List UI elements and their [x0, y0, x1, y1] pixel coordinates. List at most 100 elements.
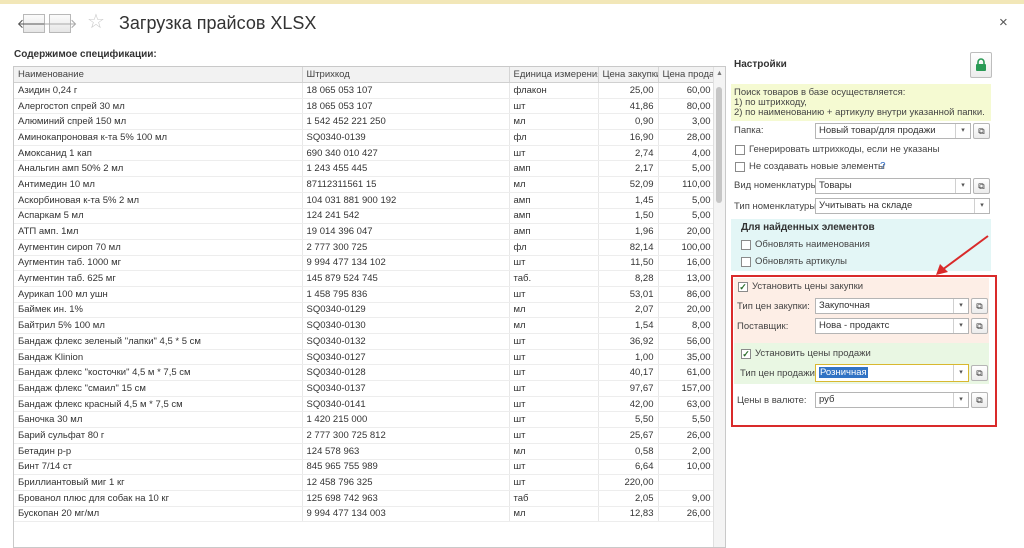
cell-name: Бандаж Klinion [14, 349, 303, 366]
table-row[interactable]: Бриллиантовый миг 1 кг 12 458 796 325 шт 22… [14, 474, 716, 491]
cell-barcode: 104 031 881 900 192 [302, 192, 510, 209]
cell-barcode: 2 777 300 725 812 [302, 427, 510, 444]
table-row[interactable]: Алюминий спрей 150 мл 1 542 452 221 250 мл… [14, 113, 716, 131]
cell-purchase-price: 36,92 [598, 333, 659, 350]
cell-name: Байтрил 5% 100 мл [14, 317, 303, 334]
table-scrollbar[interactable]: ▲ [713, 67, 725, 547]
table-row[interactable]: Бандаж флекс "смаил" 15 см SQ0340-0137 шт 9… [14, 380, 716, 397]
cell-barcode: 12 458 796 325 [302, 474, 510, 491]
table-row[interactable]: Аугментин таб. 1000 мг 9 994 477 134 102 ш… [14, 255, 716, 272]
cell-unit: мл [509, 317, 599, 334]
folder-field[interactable]: Новый товар/для продажи ▾ [815, 123, 971, 139]
cell-sale-price: 26,00 [658, 427, 716, 444]
update-names-checkbox[interactable] [741, 240, 751, 250]
cell-purchase-price: 1,45 [598, 192, 659, 209]
table-row[interactable]: Бускопан 20 мг/мл 9 994 477 134 003 мл 12,8… [14, 506, 716, 523]
table-row[interactable]: Бандаж флекс красный 4,5 м * 7,5 см SQ034… [14, 396, 716, 413]
table-row[interactable]: Бандаж флекс зеленый "лапки" 4,5 * 5 см S… [14, 333, 716, 350]
column-header[interactable]: Цена продажи [658, 67, 716, 83]
cell-purchase-price: 25,00 [598, 82, 659, 99]
update-articles-checkbox[interactable] [741, 257, 751, 267]
table-row[interactable]: Аминокапроновая к-та 5% 100 мл SQ0340-013… [14, 129, 716, 146]
cell-barcode: SQ0340-0128 [302, 364, 510, 382]
column-header[interactable]: Цена закупки [598, 67, 659, 83]
forward-button[interactable]: 🡒 [43, 14, 77, 33]
table-row[interactable]: Бандаж флекс "косточки" 4,5 м * 7,5 см SQ… [14, 364, 716, 382]
chevron-down-icon[interactable]: ▾ [955, 124, 970, 138]
open-item-kind-button[interactable]: ⧉ [973, 178, 990, 194]
cell-barcode: SQ0340-0127 [302, 349, 510, 366]
scroll-up-icon[interactable]: ▲ [716, 70, 723, 77]
open-folder-button[interactable]: ⧉ [973, 123, 990, 139]
cell-unit: шт [509, 474, 599, 491]
cell-purchase-price: 41,86 [598, 98, 659, 115]
column-header[interactable]: Штрихкод [302, 67, 510, 83]
cell-sale-price: 5,00 [658, 160, 716, 178]
cell-purchase-price: 1,00 [598, 349, 659, 366]
table-row[interactable]: Анальгин амп 50% 2 мл 1 243 455 445 амп 2,1… [14, 160, 716, 178]
cell-sale-price: 63,00 [658, 396, 716, 413]
table-row[interactable]: Брованол плюс для собак на 10 кг 125 698 … [14, 490, 716, 507]
lock-button[interactable] [970, 52, 992, 78]
cell-unit: мл [509, 113, 599, 131]
cell-barcode: 9 994 477 134 102 [302, 255, 510, 272]
cell-sale-price: 26,00 [658, 506, 716, 523]
cell-sale-price: 3,00 [658, 113, 716, 131]
table-row[interactable]: Бандаж Klinion SQ0340-0127 шт 1,00 35,00 [14, 349, 716, 366]
column-header[interactable]: Наименование [14, 67, 303, 83]
cell-unit: амп [509, 192, 599, 209]
cell-unit: фл [509, 239, 599, 256]
item-type-field[interactable]: Учитывать на складе ▾ [815, 198, 990, 214]
cell-barcode: SQ0340-0130 [302, 317, 510, 334]
chevron-down-icon[interactable]: ▾ [955, 179, 970, 193]
cell-purchase-price: 5,50 [598, 411, 659, 429]
cell-purchase-price: 52,09 [598, 176, 659, 193]
table-row[interactable]: Аспаркам 5 мл 124 241 542 амп 1,50 5,00 [14, 208, 716, 225]
table-row[interactable]: Баночка 30 мл 1 420 215 000 шт 5,50 5,50 [14, 411, 716, 429]
table-row[interactable]: Аугментин сироп 70 мл 2 777 300 725 фл 82,1… [14, 239, 716, 256]
table-row[interactable]: АТП амп. 1мл 19 014 396 047 амп 1,96 20,00 [14, 223, 716, 240]
scrollbar-thumb[interactable] [716, 87, 722, 203]
chevron-down-icon[interactable]: ▾ [974, 199, 989, 213]
cell-barcode: SQ0340-0141 [302, 396, 510, 413]
cell-sale-price: 2,00 [658, 443, 716, 460]
cell-purchase-price: 97,67 [598, 380, 659, 397]
star-icon[interactable]: ☆ [87, 12, 105, 32]
table-row[interactable]: Аскорбиновая к-та 5% 2 мл 104 031 881 900… [14, 192, 716, 209]
table-row[interactable]: Азидин 0,24 г 18 065 053 107 флакон 25,00 60… [14, 82, 716, 99]
cell-unit: шт [509, 333, 599, 350]
table-row[interactable]: Баймек ин. 1% SQ0340-0129 мл 2,07 20,00 [14, 302, 716, 319]
annotation-arrow-icon [936, 235, 989, 275]
no-new-items-checkbox[interactable] [735, 162, 745, 172]
help-icon[interactable]: ? [880, 161, 886, 172]
generate-barcodes-checkbox[interactable] [735, 145, 745, 155]
table-row[interactable]: Аугментин таб. 625 мг 145 879 524 745 таб.… [14, 270, 716, 287]
cell-sale-price: 5,00 [658, 208, 716, 225]
cell-unit: шт [509, 349, 599, 366]
cell-purchase-price: 0,90 [598, 113, 659, 131]
spec-table[interactable]: Наименование Штрихкод Единица измерения … [13, 66, 726, 548]
cell-name: Аугментин таб. 625 мг [14, 270, 303, 287]
cell-name: Аспаркам 5 мл [14, 208, 303, 225]
cell-purchase-price: 1,50 [598, 208, 659, 225]
item-type-label: Тип номенклатуры: [734, 201, 819, 212]
cell-unit: амп [509, 208, 599, 225]
table-row[interactable]: Антимедин 10 мл 87112311561 15 мл 52,09 110,… [14, 176, 716, 193]
table-row[interactable]: Бинт 7/14 ст 845 965 755 989 шт 6,64 10,00 [14, 459, 716, 476]
item-kind-field[interactable]: Товары ▾ [815, 178, 971, 194]
close-button[interactable]: × [999, 14, 1008, 31]
highlight-frame [731, 275, 997, 427]
search-info: Поиск товаров в базе осуществляется: 1) … [731, 84, 991, 121]
table-row[interactable]: Бетадин р-р 124 578 963 мл 0,58 2,00 [14, 443, 716, 460]
column-header[interactable]: Единица измерения [509, 67, 599, 83]
table-row[interactable]: Алергостоп спрей 30 мл 18 065 053 107 шт 41… [14, 98, 716, 115]
cell-name: Бриллиантовый миг 1 кг [14, 474, 303, 491]
table-row[interactable]: Байтрил 5% 100 мл SQ0340-0130 мл 1,54 8,00 [14, 317, 716, 334]
cell-purchase-price: 1,54 [598, 317, 659, 334]
folder-label: Папка: [734, 125, 764, 136]
item-kind-label: Вид номенклатуры: [734, 180, 821, 191]
table-row[interactable]: Аурикап 100 мл ушн 1 458 795 836 шт 53,01 86… [14, 286, 716, 303]
table-row[interactable]: Барий сульфат 80 г2 777 300 725 812 шт 25,… [14, 427, 716, 444]
cell-name: Азидин 0,24 г [14, 82, 303, 99]
table-row[interactable]: Амоксанид 1 кап 690 340 010 427 шт 2,74 4,00 [14, 145, 716, 162]
